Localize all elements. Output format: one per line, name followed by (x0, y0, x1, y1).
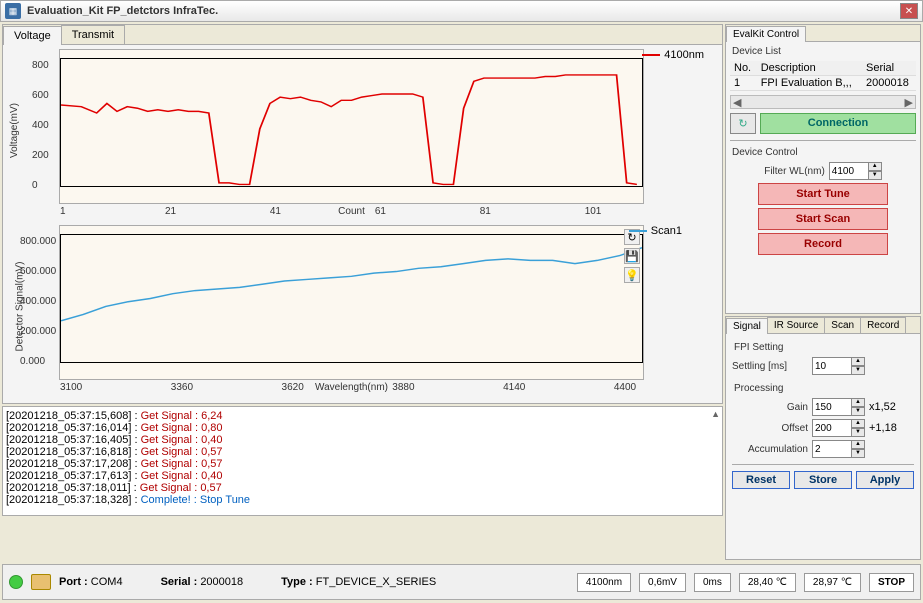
chart1-legend: 4100nm (642, 49, 704, 61)
status-stop: STOP (869, 573, 914, 592)
chart1-ylabel: Voltage(mV) (9, 103, 20, 158)
gain-input[interactable]: ▲▼ (812, 398, 865, 416)
chart1-plot (60, 58, 643, 187)
filter-wl-input[interactable]: ▲▼ (829, 162, 882, 180)
titlebar: ▦ Evaluation_Kit FP_detctors InfraTec. ✕ (0, 0, 923, 22)
log-panel[interactable]: ▲ [20201218_05:37:15,608] : Get Signal :… (2, 406, 723, 516)
tab-transmit[interactable]: Transmit (61, 25, 125, 44)
app-icon: ▦ (5, 3, 21, 19)
accum-input[interactable]: ▲▼ (812, 440, 865, 458)
status-time: 0ms (694, 573, 731, 592)
status-voltage: 0,6mV (639, 573, 686, 592)
status-temp2: 28,97 ℃ (804, 573, 861, 592)
window-title: Evaluation_Kit FP_detctors InfraTec. (27, 5, 900, 17)
gain-mult: x1,52 (869, 401, 896, 413)
filter-wl-label: Filter WL(nm) (764, 166, 825, 177)
hscroll[interactable]: ◀▶ (730, 95, 916, 109)
connection-button[interactable]: Connection (760, 113, 916, 134)
chart-panel: Voltage Transmit Voltage(mV) 0 200 400 6… (2, 24, 723, 404)
scroll-up-icon[interactable]: ▲ (711, 409, 720, 419)
status-bar: Port : COM4 Serial : 2000018 Type : FT_D… (2, 564, 921, 600)
reset-button[interactable]: Reset (732, 471, 790, 489)
tab-evalkit-control[interactable]: EvalKit Control (726, 26, 806, 42)
apply-button[interactable]: Apply (856, 471, 914, 489)
chart-info-icon[interactable]: 💡 (624, 267, 640, 283)
accum-label: Accumulation (732, 444, 808, 455)
settling-label: Settling [ms] (732, 361, 808, 372)
status-temp1: 28,40 ℃ (739, 573, 796, 592)
record-button[interactable]: Record (758, 233, 888, 255)
start-scan-button[interactable]: Start Scan (758, 208, 888, 230)
chart2-plot (60, 234, 643, 363)
tab-scan[interactable]: Scan (824, 317, 861, 333)
refresh-icon: ↻ (738, 117, 747, 130)
store-button[interactable]: Store (794, 471, 852, 489)
close-button[interactable]: ✕ (900, 3, 918, 19)
processing-label: Processing (734, 383, 914, 394)
device-list-label: Device List (732, 46, 916, 57)
signal-panel: Signal IR Source Scan Record FPI Setting… (725, 316, 921, 560)
fpi-setting-label: FPI Setting (734, 342, 914, 353)
device-list-table: No.DescriptionSerial 1FPI Evaluation B,,… (730, 61, 916, 91)
tab-signal[interactable]: Signal (726, 318, 768, 334)
status-led-icon (9, 575, 23, 589)
evalkit-control-panel: EvalKit Control Device List No.Descripti… (725, 24, 921, 314)
settling-input[interactable]: ▲▼ (812, 357, 865, 375)
tab-voltage[interactable]: Voltage (3, 26, 62, 45)
gain-label: Gain (732, 402, 808, 413)
tab-record[interactable]: Record (860, 317, 906, 333)
device-control-label: Device Control (732, 147, 916, 158)
chart1-xlabel: Count (59, 206, 644, 217)
table-row[interactable]: 1FPI Evaluation B,,,2000018 (730, 76, 916, 91)
device-icon (31, 574, 51, 590)
offset-input[interactable]: ▲▼ (812, 419, 865, 437)
offset-add: +1,18 (869, 422, 897, 434)
chart-save-icon[interactable]: 💾 (624, 248, 640, 264)
start-tune-button[interactable]: Start Tune (758, 183, 888, 205)
offset-label: Offset (732, 423, 808, 434)
chart-tabs: Voltage Transmit (3, 25, 722, 45)
status-wavelength: 4100nm (577, 573, 631, 592)
chart2-legend: Scan1 (629, 225, 682, 237)
tab-ir-source[interactable]: IR Source (767, 317, 825, 333)
refresh-button[interactable]: ↻ (730, 113, 756, 134)
chart2-xlabel: Wavelength(nm) (59, 382, 644, 393)
